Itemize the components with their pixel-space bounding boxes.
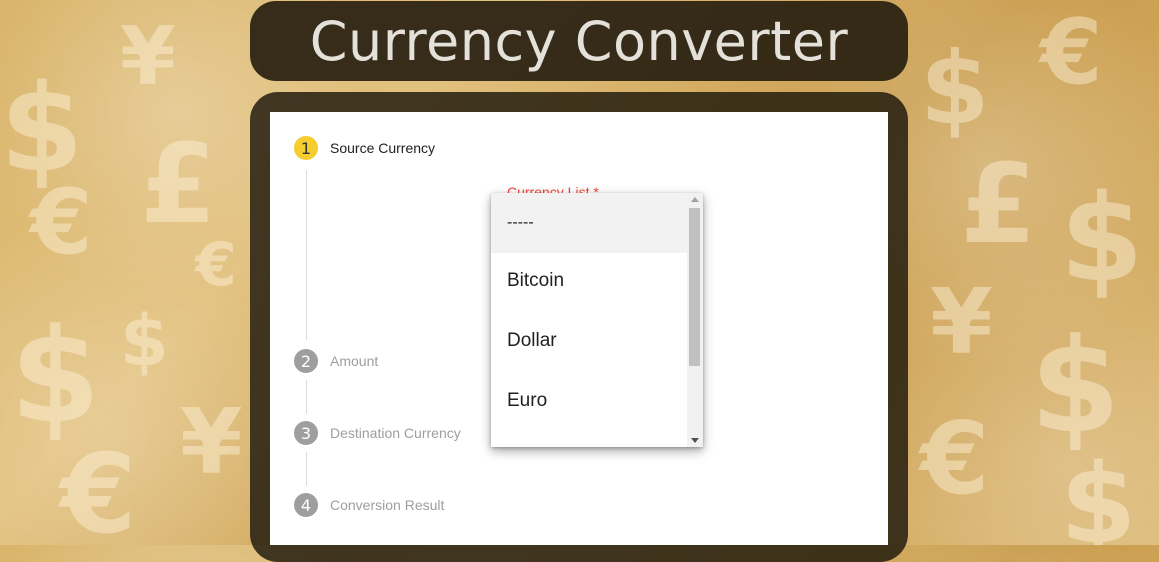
step-connector [306,170,307,340]
scrollbar-thumb[interactable] [689,208,700,366]
step-number-badge: 1 [294,136,318,160]
page-title: Currency Converter [309,9,849,73]
step-connector [306,452,307,486]
dropdown-option[interactable]: ----- [491,193,687,253]
dropdown-option[interactable]: Dollar [491,311,687,371]
step-source-currency[interactable]: 1 Source Currency [294,136,435,160]
step-label: Amount [330,353,379,369]
scroll-down-arrow-icon[interactable] [691,438,699,443]
currency-dropdown-menu[interactable]: ----- Bitcoin Dollar Euro [491,193,703,447]
step-label: Conversion Result [330,497,445,513]
app-header: Currency Converter [250,1,908,81]
step-destination-currency[interactable]: 3 Destination Currency [294,421,461,445]
step-connector [306,380,307,414]
scroll-up-arrow-icon[interactable] [691,197,699,202]
step-number-badge: 3 [294,421,318,445]
step-conversion-result[interactable]: 4 Conversion Result [294,493,444,517]
dropdown-option[interactable]: Bitcoin [491,251,687,311]
step-label: Destination Currency [330,425,461,441]
dropdown-scrollbar[interactable] [687,193,703,447]
step-number-badge: 4 [294,493,318,517]
step-label: Source Currency [330,140,436,156]
step-number-badge: 2 [294,349,318,373]
step-amount[interactable]: 2 Amount [294,349,378,373]
dropdown-option[interactable]: Euro [491,371,687,431]
